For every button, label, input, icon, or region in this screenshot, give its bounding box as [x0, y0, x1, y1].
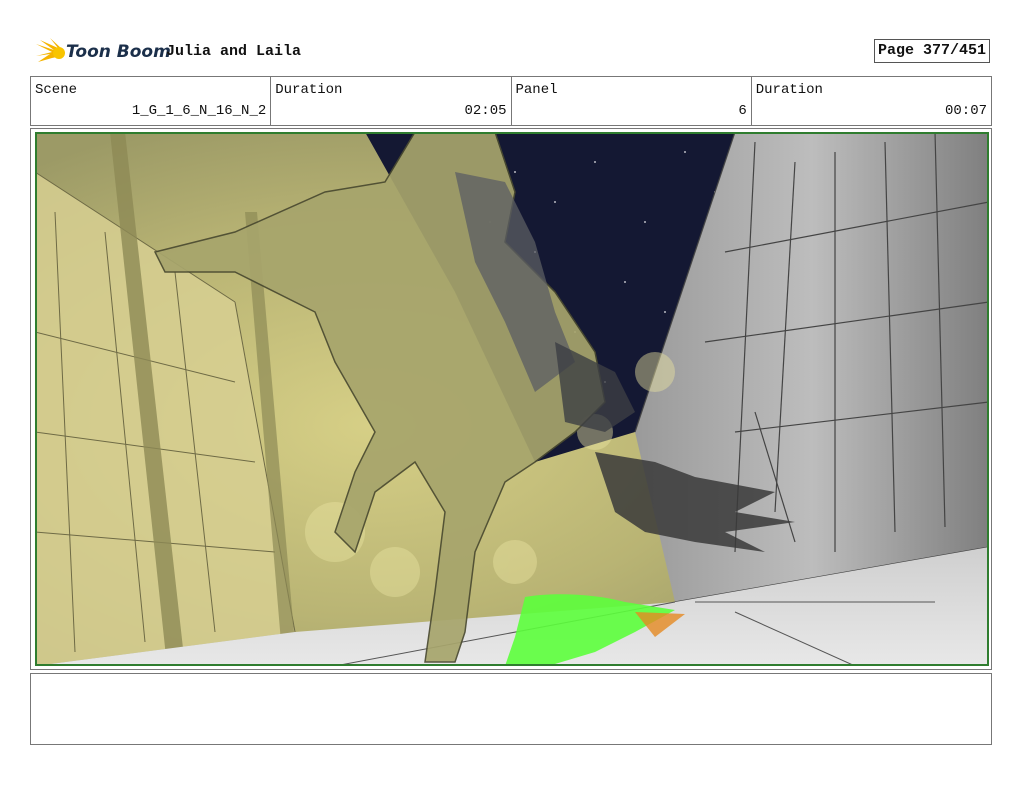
- scene-duration-value: 02:05: [464, 103, 507, 119]
- starburst-icon: [36, 38, 65, 62]
- scene-label: Scene: [35, 82, 78, 98]
- toon-boom-logo: Toon Boom: [34, 36, 171, 68]
- info-table: Scene 1_G_1_6_N_16_N_2 Duration 02:05 Pa…: [30, 76, 992, 126]
- scene-duration-label: Duration: [275, 82, 343, 98]
- panel-duration-value: 00:07: [944, 103, 987, 119]
- panel-label: Panel: [515, 82, 558, 98]
- scene-value: 1_G_1_6_N_16_N_2: [131, 103, 267, 119]
- page-indicator: Page 377/451: [874, 39, 990, 63]
- panel-value: 6: [738, 103, 747, 119]
- panel-drawing: [35, 132, 989, 666]
- scene-duration-cell: Duration 02:05: [271, 77, 512, 125]
- panel-duration-label: Duration: [755, 82, 823, 98]
- panel-cell: Panel 6: [512, 77, 752, 125]
- project-title: Julia and Laila: [166, 43, 302, 60]
- panel-duration-cell: Duration 00:07: [752, 77, 991, 125]
- scene-cell: Scene 1_G_1_6_N_16_N_2: [31, 77, 272, 125]
- storyboard-panel: [30, 128, 992, 670]
- notes-area: [30, 673, 992, 745]
- logo-text: Toon Boom: [66, 42, 171, 62]
